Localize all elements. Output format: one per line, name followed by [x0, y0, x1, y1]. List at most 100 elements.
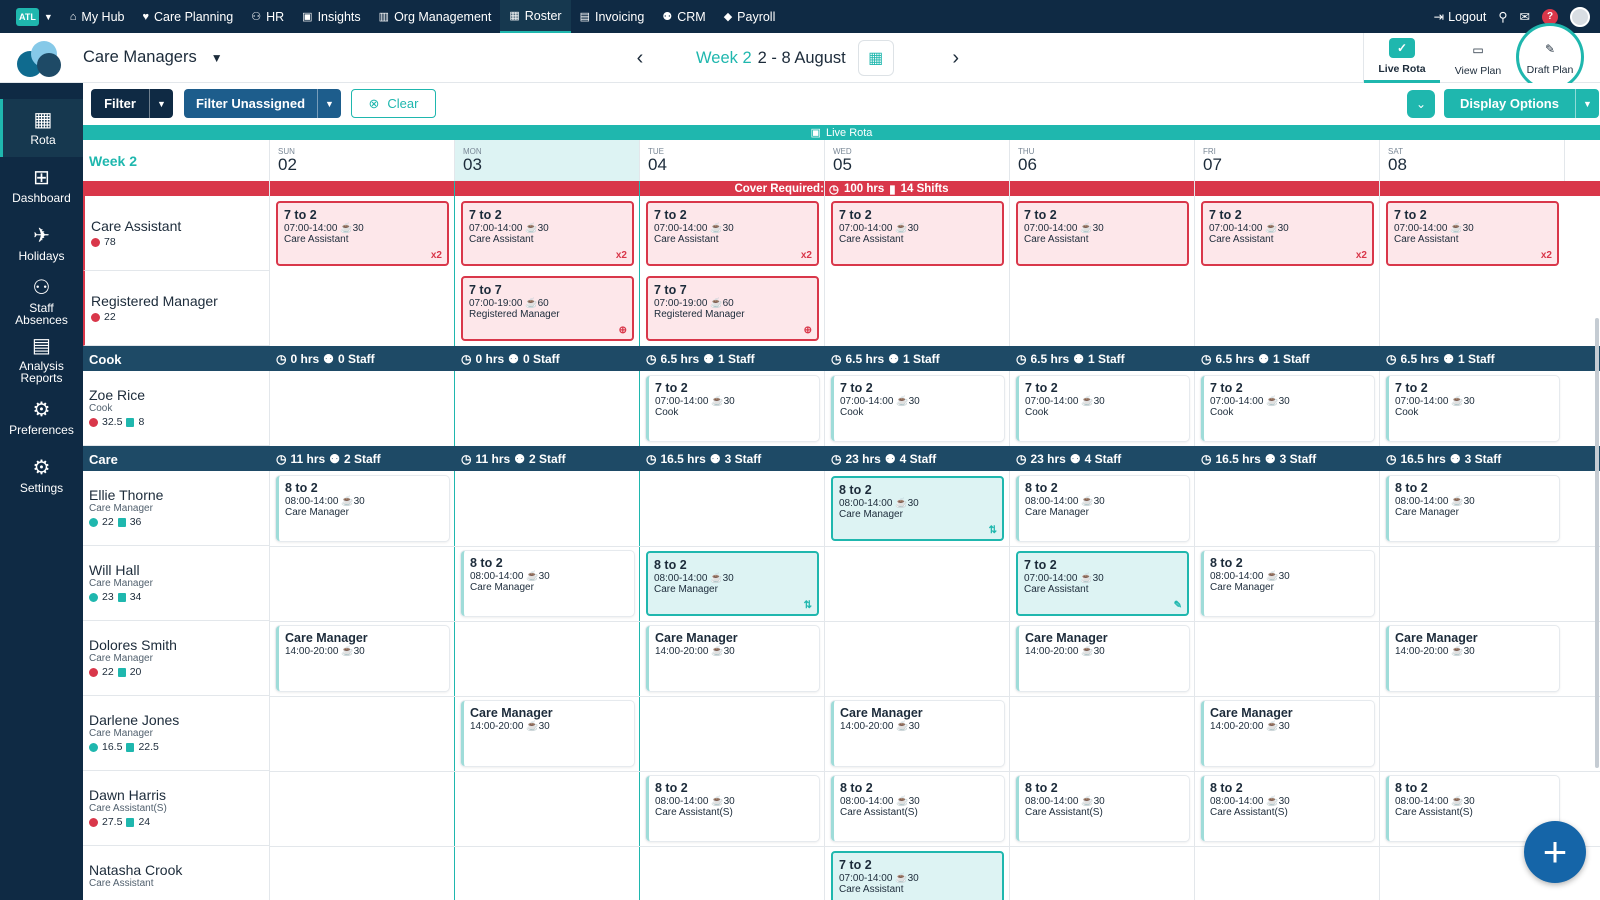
nav-item-care-planning[interactable]: ♥ Care Planning [133, 0, 242, 33]
shift-card[interactable]: 7 to 2 07:00-14:00 ☕30 Care Assistant ✎ [1016, 551, 1189, 616]
shift-title: 7 to 2 [839, 208, 872, 222]
shift-corner-badge: x2 [1355, 250, 1367, 261]
clock-icon: ◷ [828, 183, 839, 196]
staff-row-natasha-crook[interactable]: Natasha Crook Care Assistant [83, 846, 270, 900]
day-header-wed[interactable]: WED 05 [825, 140, 1010, 181]
collapse-toggle-button[interactable]: ⌄ [1407, 90, 1435, 118]
person-icon: ⚉ [703, 352, 714, 366]
shift-card[interactable]: 8 to 2 08:00-14:00 ☕30 Care Manager [461, 551, 634, 616]
shift-card[interactable]: 7 to 2 07:00-14:00 ☕30 Care Assistant x2 [1386, 201, 1559, 266]
shift-card[interactable]: 7 to 2 07:00-14:00 ☕30 Care Assistant x2 [461, 201, 634, 266]
chevron-down-icon[interactable]: ▼ [149, 89, 173, 118]
shift-card[interactable]: 7 to 2 07:00-14:00 ☕30 Care Assistant [831, 201, 1004, 266]
staff-row-dawn-harris[interactable]: Dawn Harris Care Assistant(S) 27.5 24 [83, 771, 270, 846]
nav-item-crm[interactable]: ⚉ CRM [653, 0, 714, 33]
shift-card[interactable]: 7 to 7 07:00-19:00 ☕60 Registered Manager ⊕ [646, 276, 819, 341]
sidebar-item-staff-absences[interactable]: ⚇ Staff Absences [0, 273, 83, 331]
day-header-sat[interactable]: SAT 08 [1380, 140, 1565, 181]
staff-row-darlene-jones[interactable]: Darlene Jones Care Manager 16.5 22.5 [83, 696, 270, 771]
shift-card[interactable]: 8 to 2 08:00-14:00 ☕30 Care Assistant(S) [831, 776, 1004, 841]
shift-card[interactable]: 7 to 2 07:00-14:00 ☕30 Care Assistant x2 [646, 201, 819, 266]
shift-card[interactable]: 8 to 2 08:00-14:00 ☕30 Care Manager ⇅ [646, 551, 819, 616]
shift-title: 7 to 2 [655, 381, 688, 395]
day-header-mon[interactable]: MON 03 [455, 140, 640, 181]
staff-hours: 22 [102, 516, 114, 528]
shift-title: 7 to 2 [1210, 381, 1243, 395]
shift-card[interactable]: 7 to 2 07:00-14:00 ☕30 Care Assistant x2 [1201, 201, 1374, 266]
nav-item-roster[interactable]: ▦ Roster [500, 0, 571, 33]
display-options-button[interactable]: Display Options ▼ [1444, 89, 1599, 118]
shift-card[interactable]: 8 to 2 08:00-14:00 ☕30 Care Manager [1201, 551, 1374, 616]
tab-live-rota[interactable]: ✓ Live Rota [1364, 33, 1440, 83]
day-header-tue[interactable]: TUE 04 [640, 140, 825, 181]
calendar-button[interactable]: ▦ [857, 40, 894, 76]
filter-button[interactable]: Filter ▼ [91, 89, 173, 118]
chevron-down-icon[interactable]: ▼ [1575, 89, 1599, 118]
scrollbar[interactable] [1595, 318, 1599, 768]
shift-card[interactable]: 7 to 2 07:00-14:00 ☕30 Cook [831, 376, 1004, 441]
shift-card[interactable]: 8 to 2 08:00-14:00 ☕30 Care Assistant(S) [646, 776, 819, 841]
staff-row-ellie-thorne[interactable]: Ellie Thorne Care Manager 22 36 [83, 471, 270, 546]
shift-card[interactable]: 8 to 2 08:00-14:00 ☕30 Care Manager ⇅ [831, 476, 1004, 541]
shift-card[interactable]: 7 to 2 07:00-14:00 ☕30 Care Assistant [831, 851, 1004, 900]
shift-hours: 14:00-20:00 ☕30 [655, 646, 813, 657]
shift-time: 07:00-19:00 [469, 298, 523, 309]
filter-unassigned-button[interactable]: Filter Unassigned ▼ [184, 89, 341, 118]
shift-card[interactable]: 7 to 7 07:00-19:00 ☕60 Registered Manager ⊕ [461, 276, 634, 341]
nav-item-org-management[interactable]: ▥ Org Management [370, 0, 501, 33]
next-week-icon[interactable]: › [946, 47, 966, 70]
shift-card[interactable]: Care Manager 14:00-20:00 ☕30 [646, 626, 819, 691]
logout-button[interactable]: ⇥ Logout [1434, 9, 1487, 25]
sidebar-item-settings[interactable]: ⚙ Settings [0, 447, 83, 505]
mail-icon[interactable]: ✉ [1520, 9, 1530, 24]
nav-item-hr[interactable]: ⚇ HR [242, 0, 293, 33]
staff-row-zoe-rice[interactable]: Zoe Rice Cook 32.5 8 [83, 371, 270, 446]
shift-title: 8 to 2 [655, 781, 688, 795]
shift-card[interactable]: 7 to 2 07:00-14:00 ☕30 Cook [646, 376, 819, 441]
sidebar-item-analysis-reports[interactable]: ▤ Analysis Reports [0, 331, 83, 389]
nav-item-insights[interactable]: ▣ Insights [293, 0, 370, 33]
shift-card[interactable]: 8 to 2 08:00-14:00 ☕30 Care Assistant(S) [1016, 776, 1189, 841]
shift-card[interactable]: 8 to 2 08:00-14:00 ☕30 Care Manager [276, 476, 449, 541]
shift-card[interactable]: 7 to 2 07:00-14:00 ☕30 Cook [1201, 376, 1374, 441]
nav-item-invoicing[interactable]: ▤ Invoicing [571, 0, 654, 33]
shift-card[interactable]: Care Manager 14:00-20:00 ☕30 [1016, 626, 1189, 691]
shift-card[interactable]: 7 to 2 07:00-14:00 ☕30 Cook [1016, 376, 1189, 441]
shift-card[interactable]: 7 to 2 07:00-14:00 ☕30 Cook [1386, 376, 1559, 441]
add-shift-button[interactable]: + [1524, 821, 1586, 883]
avatar[interactable] [1570, 6, 1590, 27]
page-selector[interactable]: Care Managers ▼ [83, 48, 223, 67]
nav-item-my-hub[interactable]: ⌂ My Hub [61, 0, 134, 33]
nav-item-payroll[interactable]: ◆ Payroll [715, 0, 785, 33]
sidebar-item-rota[interactable]: ▦ Rota [0, 99, 83, 157]
shift-card[interactable]: Care Manager 14:00-20:00 ☕30 [831, 701, 1004, 766]
shift-card[interactable]: Care Manager 14:00-20:00 ☕30 [1201, 701, 1374, 766]
day-header-thu[interactable]: THU 06 [1010, 140, 1195, 181]
shift-time: 07:00-14:00 [654, 223, 708, 234]
shift-card[interactable]: 8 to 2 08:00-14:00 ☕30 Care Manager [1016, 476, 1189, 541]
staff-row-dolores-smith[interactable]: Dolores Smith Care Manager 22 20 [83, 621, 270, 696]
break-icon: ☕ [1077, 573, 1093, 584]
shift-card[interactable]: Care Manager 14:00-20:00 ☕30 [276, 626, 449, 691]
sidebar-item-dashboard[interactable]: ⊞ Dashboard [0, 157, 83, 215]
shift-card[interactable]: Care Manager 14:00-20:00 ☕30 [461, 701, 634, 766]
sidebar-item-preferences[interactable]: ⚙ Preferences [0, 389, 83, 447]
org-switcher[interactable]: ATL ▼ [16, 7, 53, 26]
clear-button[interactable]: ⊗ Clear [351, 89, 436, 118]
chevron-circle-icon: ⌄ [1415, 97, 1427, 111]
shift-card[interactable]: 8 to 2 08:00-14:00 ☕30 Care Assistant(S) [1201, 776, 1374, 841]
tab-view-plan[interactable]: ▭ View Plan [1440, 33, 1516, 83]
shift-card[interactable]: 8 to 2 08:00-14:00 ☕30 Care Manager [1386, 476, 1559, 541]
previous-week-icon[interactable]: ‹ [630, 47, 650, 70]
staff-row-will-hall[interactable]: Will Hall Care Manager 23 34 [83, 546, 270, 621]
chevron-down-icon[interactable]: ▼ [317, 89, 341, 118]
search-icon[interactable]: ⚲ [1498, 9, 1507, 24]
shift-card[interactable]: 7 to 2 07:00-14:00 ☕30 Care Assistant x2 [276, 201, 449, 266]
shift-card[interactable]: Care Manager 14:00-20:00 ☕30 [1386, 626, 1559, 691]
shift-card[interactable]: 7 to 2 07:00-14:00 ☕30 Care Assistant [1016, 201, 1189, 266]
day-header-fri[interactable]: FRI 07 [1195, 140, 1380, 181]
tab-draft-plan[interactable]: ✎ Draft Plan [1516, 23, 1584, 91]
day-header-sun[interactable]: SUN 02 [270, 140, 455, 181]
shift-time: 07:00-14:00 [1024, 223, 1078, 234]
sidebar-item-holidays[interactable]: ✈ Holidays [0, 215, 83, 273]
